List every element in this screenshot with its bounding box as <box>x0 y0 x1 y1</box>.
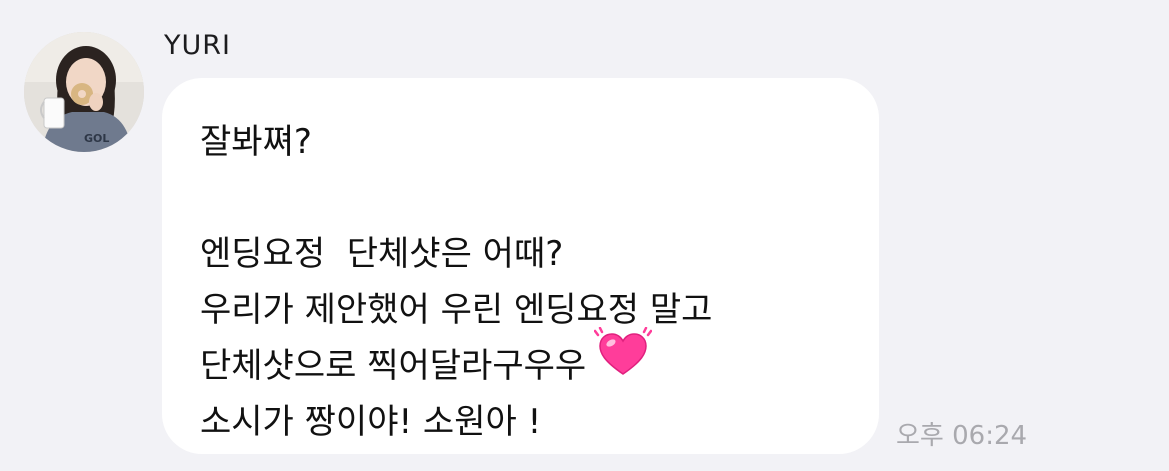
message-timestamp: 오후 06:24 <box>896 421 1028 451</box>
message-line: 엔딩요정 단체샷은 어때? <box>200 234 564 274</box>
message-line: 잘봐쪄? <box>200 122 312 162</box>
message-line-with-emoji: 단체샷으로 찍어달라구우우 <box>200 326 849 394</box>
message-line-blank <box>200 170 849 226</box>
message-line-text: 단체샷으로 찍어달라구우우 <box>200 346 587 386</box>
avatar-photo: GOL <box>24 32 144 152</box>
message-line: 소시가 짱이야! 소원아 ! <box>200 402 542 442</box>
sender-name: YURI <box>164 30 231 61</box>
chat-area: GOL YURI 잘봐쪄? 엔딩요정 단체샷은 어때? 우리가 제안했어 우린 … <box>0 0 1169 471</box>
message-line: 우리가 제안했어 우린 엔딩요정 말고 <box>200 290 713 330</box>
avatar[interactable]: GOL <box>24 32 144 152</box>
svg-text:GOL: GOL <box>84 132 109 145</box>
beating-heart-icon <box>593 326 653 396</box>
message-bubble[interactable]: 잘봐쪄? 엔딩요정 단체샷은 어때? 우리가 제안했어 우린 엔딩요정 말고 단… <box>162 78 879 454</box>
